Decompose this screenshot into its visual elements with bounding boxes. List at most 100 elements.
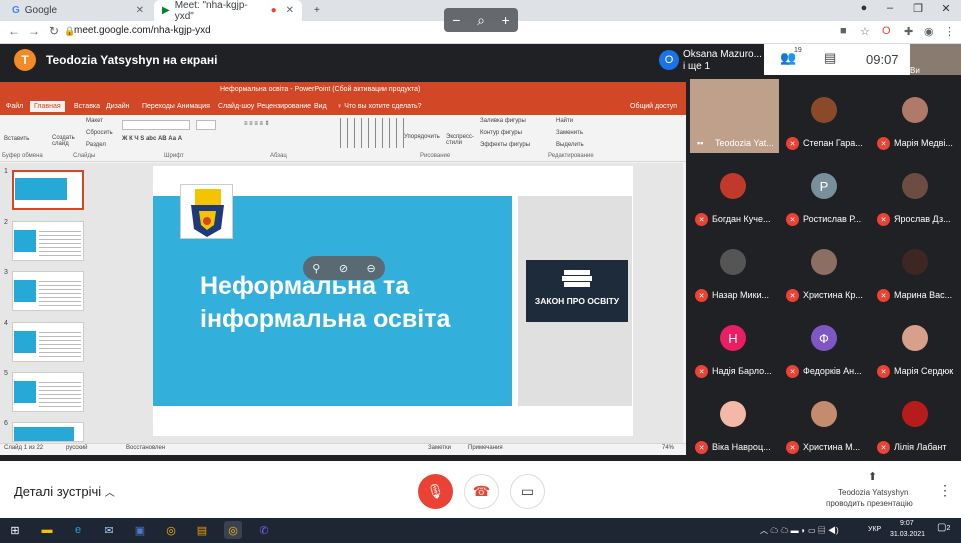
- avatar[interactable]: ◉: [924, 25, 934, 38]
- reload-icon[interactable]: ↻: [46, 24, 62, 38]
- font-name-select[interactable]: [122, 120, 190, 130]
- pin-icon[interactable]: ⚲: [312, 262, 320, 275]
- layout-button[interactable]: Макет: [86, 118, 103, 124]
- mute-icon[interactable]: ⊘: [339, 262, 348, 275]
- participant-tile[interactable]: Ф ✕ Федорків Ан...: [779, 307, 870, 383]
- menu-transitions[interactable]: Переходы: [142, 103, 175, 110]
- file-explorer-icon[interactable]: ▬: [38, 521, 56, 539]
- close-icon[interactable]: ✕: [136, 5, 144, 16]
- slide-thumbnail[interactable]: [12, 271, 84, 311]
- shape-fill-button[interactable]: Заливка фигуры: [480, 118, 526, 124]
- present-icon[interactable]: ⬆: [868, 470, 877, 483]
- end-call-button[interactable]: ☎: [464, 474, 499, 509]
- chrome-icon[interactable]: ◎: [162, 521, 180, 539]
- comments-button[interactable]: Примечания: [468, 445, 503, 451]
- participant-tile[interactable]: ✕ Богдан Куче...: [688, 155, 779, 231]
- store-icon[interactable]: ▤: [193, 521, 211, 539]
- tab-google[interactable]: G Google ✕: [4, 0, 152, 21]
- details-label: Деталі зустрічі: [14, 484, 102, 499]
- tab-meet[interactable]: ▶ Meet: "nha-kgjp-yxd" ● ✕: [154, 0, 302, 22]
- chat-icon[interactable]: ▤: [824, 50, 836, 66]
- participant-tile[interactable]: ✕ Марія Медві...: [870, 79, 961, 155]
- participant-tile[interactable]: ✕ Христина М...: [779, 383, 870, 459]
- menu-view[interactable]: Вид: [314, 103, 327, 110]
- shape-outline-button[interactable]: Контур фигуры: [480, 130, 522, 136]
- participant-name: Назар Мики...: [712, 290, 770, 300]
- save-icon[interactable]: ▣: [131, 521, 149, 539]
- profile-icon[interactable]: ●: [850, 2, 878, 14]
- opera-icon[interactable]: O: [882, 25, 891, 37]
- menu-icon[interactable]: ⋮: [944, 25, 955, 38]
- close-window-icon[interactable]: ✕: [932, 2, 960, 15]
- quick-styles-button[interactable]: Экспресс-стили: [446, 134, 474, 146]
- menu-review[interactable]: Рецензирование: [257, 103, 311, 110]
- maximize-icon[interactable]: ❐: [904, 2, 932, 15]
- slide-thumbnail[interactable]: [12, 322, 84, 362]
- slide-thumbnail[interactable]: [12, 221, 84, 261]
- tray-icons[interactable]: ︿ ☁ ☁ ▬ ◗ ▭ ▤ ◀): [760, 521, 839, 539]
- minimize-icon[interactable]: –: [876, 2, 904, 14]
- forward-icon[interactable]: →: [26, 24, 42, 38]
- zoom-out-button[interactable]: −: [452, 12, 460, 28]
- participant-tile[interactable]: Р ✕ Ростислав Р...: [779, 155, 870, 231]
- shapes-gallery[interactable]: [334, 118, 406, 148]
- url-field[interactable]: meet.google.com/nha-kgjp-yxd: [74, 25, 211, 36]
- remove-icon[interactable]: ⊖: [367, 262, 376, 275]
- font-size-select[interactable]: [196, 120, 216, 130]
- slide-thumbnail[interactable]: [12, 422, 84, 442]
- arrange-button[interactable]: Упорядочить: [404, 134, 440, 140]
- notes-button[interactable]: Заметки: [428, 445, 451, 451]
- chrome-active-icon[interactable]: ◎: [224, 521, 242, 539]
- menu-file[interactable]: Файл: [6, 103, 23, 110]
- menu-home[interactable]: Главная: [30, 101, 65, 112]
- menu-slideshow[interactable]: Слайд-шоу: [218, 103, 254, 110]
- notifications-icon[interactable]: ▢2: [937, 522, 950, 533]
- mic-off-icon: ✕: [877, 289, 890, 302]
- select-button[interactable]: Выделить: [556, 142, 584, 148]
- participant-tile[interactable]: ✕ Марія Сердюк: [870, 307, 961, 383]
- participant-tile[interactable]: ✕ Степан Гара...: [779, 79, 870, 155]
- participant-tile[interactable]: ✕ Христина Кр...: [779, 231, 870, 307]
- more-options-icon[interactable]: ⋮: [938, 482, 952, 499]
- participant-tile[interactable]: ✕ Назар Мики...: [688, 231, 779, 307]
- participant-name: Teodozia Yat...: [715, 138, 774, 148]
- close-icon[interactable]: ✕: [286, 5, 294, 16]
- back-icon[interactable]: ←: [6, 24, 22, 38]
- menu-animation[interactable]: Анимация: [177, 103, 210, 110]
- menu-insert[interactable]: Вставка: [74, 103, 100, 110]
- camera-button[interactable]: ▭: [510, 474, 545, 509]
- reset-button[interactable]: Сбросить: [86, 130, 113, 136]
- viber-icon[interactable]: ✆: [255, 521, 273, 539]
- slide-thumbnail[interactable]: [12, 170, 84, 210]
- paste-button[interactable]: Вставить: [4, 136, 29, 142]
- language-indicator[interactable]: УКР: [868, 526, 881, 533]
- mail-icon[interactable]: ✉: [100, 521, 118, 539]
- mic-off-button[interactable]: 🎙: [418, 474, 453, 509]
- participant-tile[interactable]: ✕ Марина Вас...: [870, 231, 961, 307]
- meeting-details-button[interactable]: Деталі зустрічі ︿: [14, 484, 115, 499]
- extensions-icon[interactable]: ✚: [904, 25, 913, 38]
- new-tab-button[interactable]: +: [306, 0, 328, 21]
- participant-tile[interactable]: ✕ Ярослав Дз...: [870, 155, 961, 231]
- menu-design[interactable]: Дизайн: [106, 103, 130, 110]
- bold-button[interactable]: Ж К Ч S abc АВ Аа А: [122, 136, 182, 142]
- participant-tile[interactable]: Н ✕ Надія Барло...: [688, 307, 779, 383]
- slide-thumbnail[interactable]: [12, 372, 84, 412]
- share-button[interactable]: Общий доступ: [630, 103, 677, 110]
- create-slide-button[interactable]: Создать слайд: [52, 135, 75, 147]
- replace-button[interactable]: Заменить: [556, 130, 583, 136]
- windows-start-icon[interactable]: ⊞: [6, 521, 24, 539]
- tell-me-search[interactable]: ♀ Что вы хотите сделать?: [337, 103, 422, 110]
- section-button[interactable]: Раздел: [86, 142, 106, 148]
- star-icon[interactable]: ☆: [860, 25, 870, 38]
- zoom-in-button[interactable]: +: [502, 12, 510, 28]
- group-label: Редактирование: [548, 153, 594, 159]
- participant-tile[interactable]: ▪▪ Teodozia Yat...: [688, 79, 779, 155]
- paragraph-tools[interactable]: ≡ ≡ ≡ ≡ ⇕: [244, 120, 270, 127]
- find-button[interactable]: Найти: [556, 118, 573, 124]
- shape-effects-button[interactable]: Эффекты фигуры: [480, 142, 530, 148]
- participant-tile[interactable]: ✕ Віка Навроц...: [688, 383, 779, 459]
- participant-tile[interactable]: ✕ Лілія Лабант: [870, 383, 961, 459]
- camera-icon[interactable]: ■: [840, 25, 847, 37]
- edge-icon[interactable]: e: [69, 521, 87, 539]
